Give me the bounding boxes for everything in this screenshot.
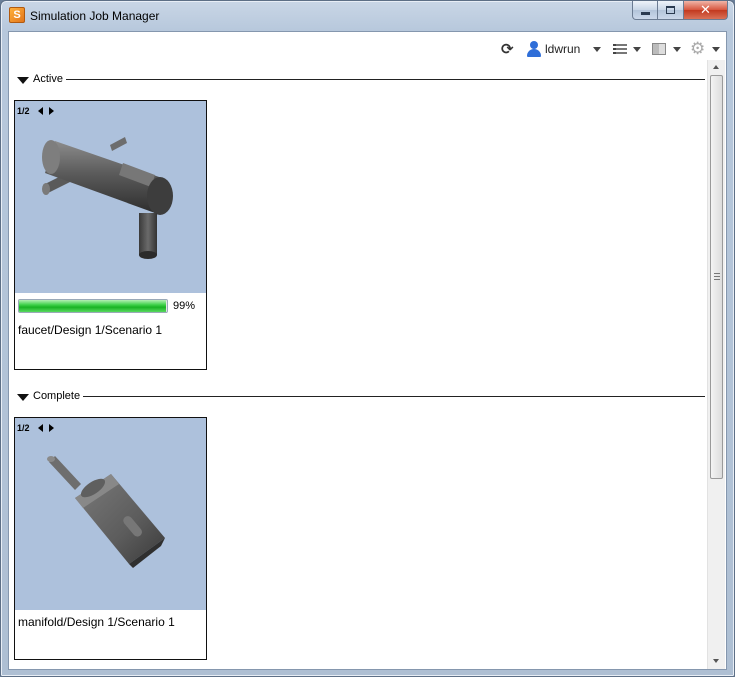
- job-name: manifold/Design 1/Scenario 1: [18, 615, 175, 629]
- client-area: ⟳ ldwrun ⚙ Active 1/2 99% faucet/Design …: [8, 31, 727, 670]
- jobs-list: Active 1/2 99% faucet/Design 1/Scenario …: [9, 68, 707, 669]
- image-pager: 1/2: [17, 423, 54, 433]
- section-divider: [65, 79, 705, 80]
- user-icon: [526, 41, 541, 57]
- scrollbar-thumb[interactable]: [710, 75, 723, 479]
- title-bar[interactable]: S Simulation Job Manager ✕: [1, 1, 734, 31]
- vertical-scrollbar[interactable]: [707, 60, 725, 669]
- collapse-triangle-icon[interactable]: [17, 76, 29, 84]
- app-window: S Simulation Job Manager ✕ ⟳ ldwrun ⚙ Ac…: [0, 0, 735, 677]
- layout-icon: [652, 43, 666, 55]
- close-icon: ✕: [700, 2, 711, 17]
- settings-chevron-down-icon[interactable]: [712, 47, 720, 52]
- scroll-down-icon[interactable]: [713, 659, 719, 663]
- list-view-icon: [613, 43, 627, 55]
- scroll-up-icon[interactable]: [713, 65, 719, 69]
- section-label-active: Active: [33, 73, 63, 85]
- manifold-model-image: [47, 456, 165, 568]
- gear-icon: ⚙: [690, 39, 706, 58]
- faucet-model-image: [42, 137, 173, 259]
- list-view-chevron-down-icon[interactable]: [633, 47, 641, 52]
- previous-image-icon[interactable]: [37, 424, 43, 432]
- section-divider: [83, 396, 705, 397]
- settings-button[interactable]: ⚙: [690, 39, 706, 58]
- refresh-icon: ⟳: [501, 41, 514, 58]
- user-menu-button[interactable]: ldwrun: [526, 40, 580, 58]
- image-pager: 1/2: [17, 106, 54, 116]
- job-name: faucet/Design 1/Scenario 1: [18, 323, 163, 337]
- job-thumbnail: 1/2: [15, 418, 206, 610]
- progress-bar-fill: [19, 300, 166, 312]
- window-controls: ✕: [632, 1, 728, 21]
- close-button[interactable]: ✕: [684, 1, 728, 20]
- pager-text: 1/2: [17, 423, 30, 433]
- job-card-faucet[interactable]: 1/2 99% faucet/Design 1/Scenario 1: [14, 100, 207, 370]
- refresh-button[interactable]: ⟳: [501, 40, 514, 58]
- layout-chevron-down-icon[interactable]: [673, 47, 681, 52]
- window-title: Simulation Job Manager: [30, 9, 160, 23]
- pager-text: 1/2: [17, 106, 30, 116]
- section-header-complete[interactable]: Complete: [17, 389, 705, 403]
- list-view-button[interactable]: [613, 40, 627, 58]
- previous-image-icon[interactable]: [37, 107, 43, 115]
- toolbar: ⟳ ldwrun ⚙: [9, 38, 720, 60]
- user-name: ldwrun: [545, 42, 581, 56]
- maximize-icon: [666, 6, 675, 14]
- next-image-icon[interactable]: [48, 107, 54, 115]
- job-card-manifold[interactable]: 1/2 manifold/Design 1/Scenario 1: [14, 417, 207, 660]
- maximize-button[interactable]: [658, 1, 684, 20]
- progress-percent: 99%: [173, 300, 196, 312]
- progress-bar: [18, 299, 168, 313]
- minimize-icon: [640, 11, 650, 15]
- minimize-button[interactable]: [632, 1, 658, 20]
- collapse-triangle-icon[interactable]: [17, 393, 29, 401]
- section-header-active[interactable]: Active: [17, 72, 705, 86]
- job-progress: 99%: [18, 299, 195, 313]
- job-thumbnail: 1/2: [15, 101, 206, 293]
- next-image-icon[interactable]: [48, 424, 54, 432]
- scrollbar-grip-icon: [714, 273, 720, 280]
- section-label-complete: Complete: [33, 390, 81, 402]
- app-icon: S: [9, 7, 25, 23]
- user-menu-chevron-down-icon[interactable]: [593, 47, 601, 52]
- layout-button[interactable]: [652, 40, 666, 58]
